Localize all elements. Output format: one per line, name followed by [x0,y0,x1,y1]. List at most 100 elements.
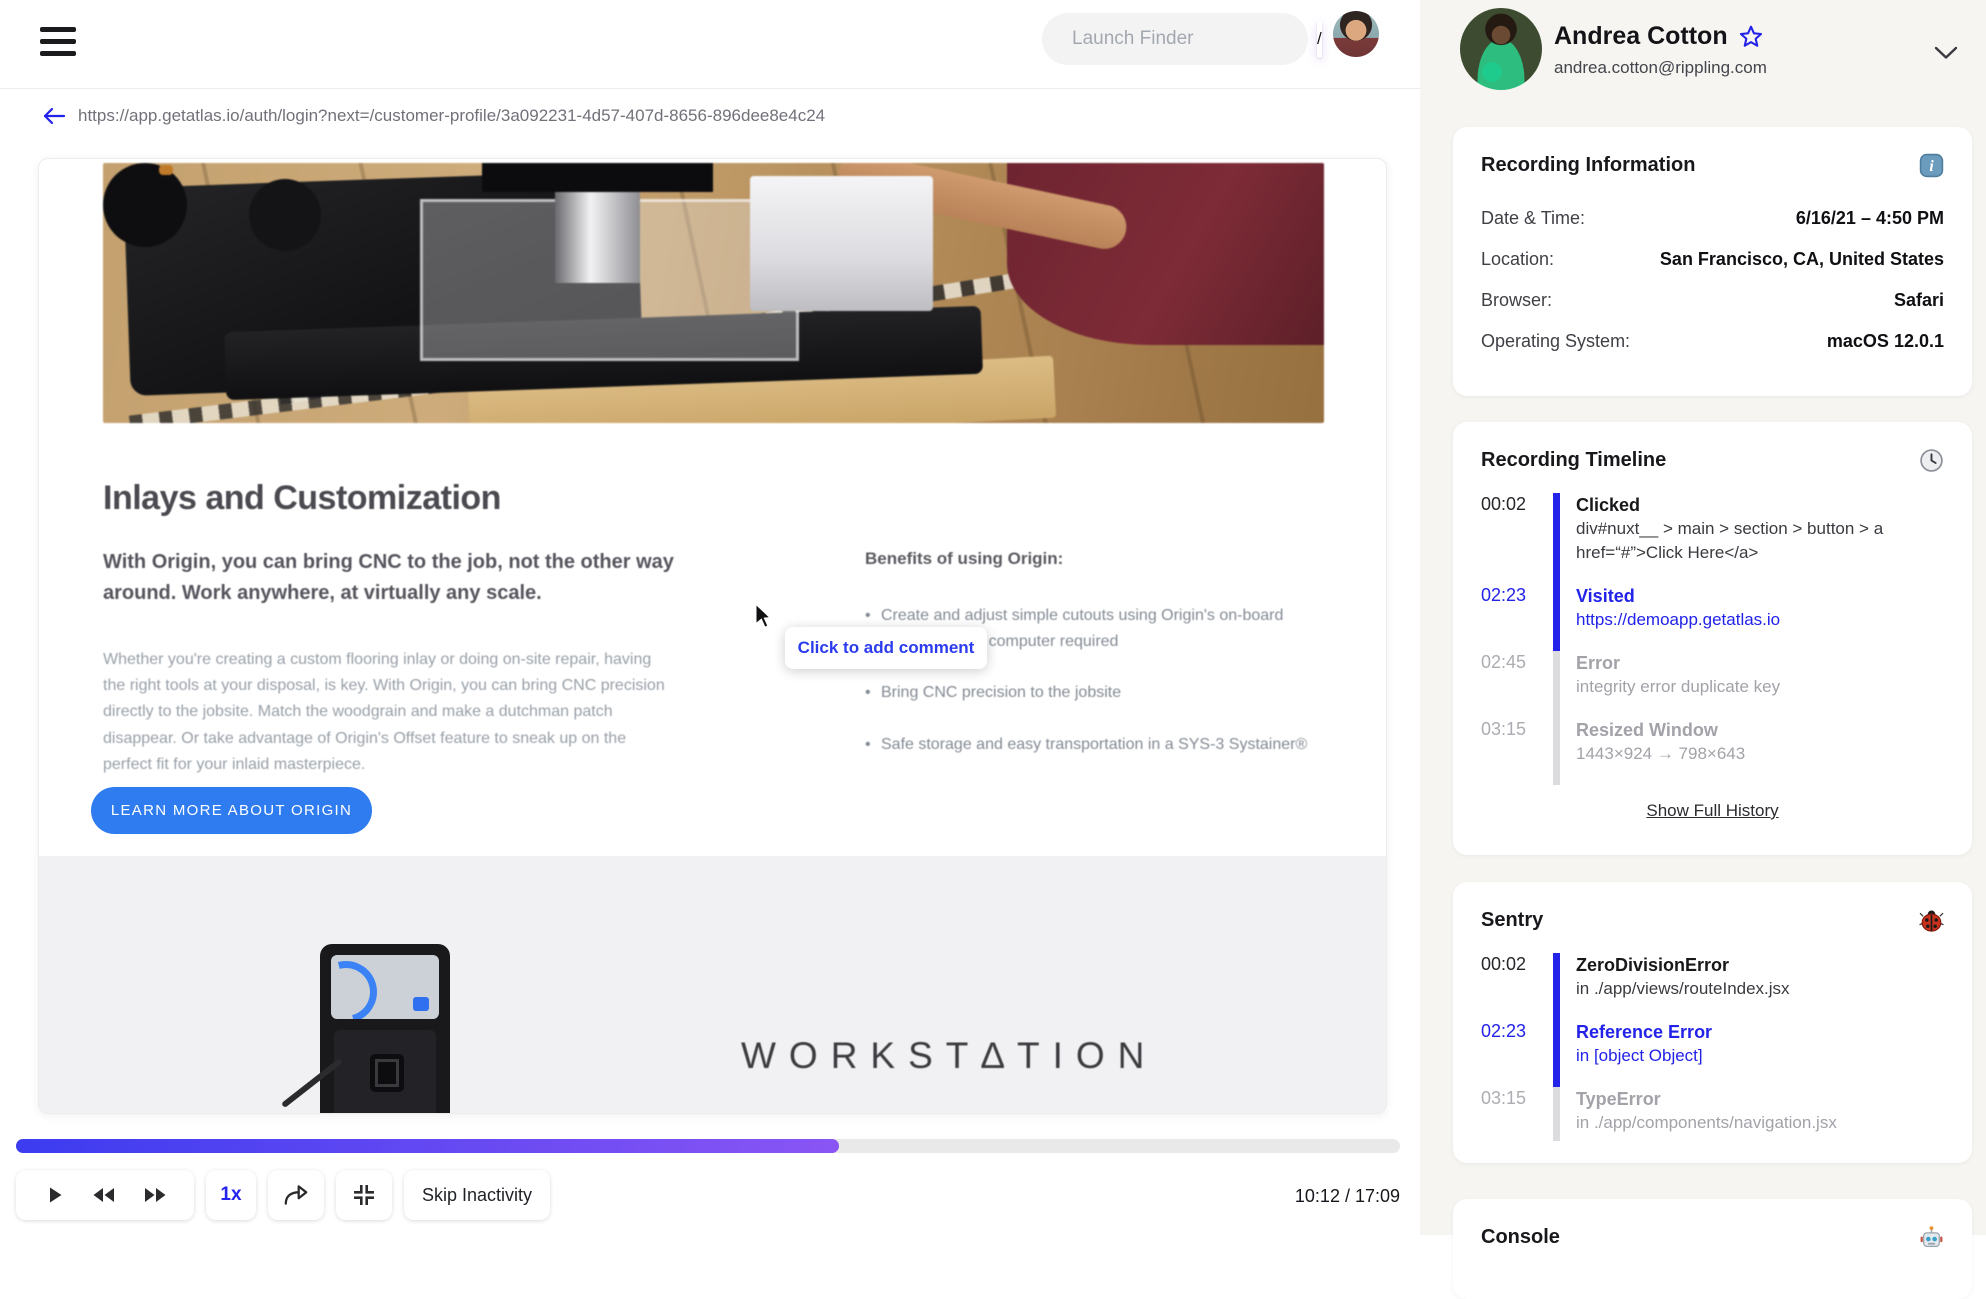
add-comment-tooltip[interactable]: Click to add comment [785,627,987,669]
collapse-view-icon [354,1185,374,1205]
hamburger-menu-icon[interactable] [40,27,78,61]
user-avatar[interactable] [1460,8,1542,90]
recording-information-panel: Recording Information i Date & Time: 6/1… [1453,127,1972,396]
event-detail: div#nuxt__ > main > section > button > a [1576,519,1884,538]
svg-text:i: i [1929,158,1934,175]
info-label: Operating System: [1481,331,1631,351]
photo-white-housing [750,176,934,312]
info-row: Date & Time: 6/16/21 – 4:50 PM [1481,198,1944,239]
playback-time: 10:12 / 17:09 [1294,1186,1400,1206]
event-time: 02:23 [1481,1021,1527,1041]
info-row: Browser: Safari [1481,280,1944,321]
event-title: Visited [1576,586,1635,606]
collapse-view-button[interactable] [336,1170,392,1220]
progress-fill [16,1139,840,1153]
top-bar: / [0,0,1420,89]
skip-inactivity-button[interactable]: Skip Inactivity [404,1170,550,1220]
event-time: 00:02 [1481,494,1527,514]
url-row: https://app.getatlas.io/auth/login?next=… [0,96,1420,136]
recorded-page-url: https://app.getatlas.io/auth/login?next=… [78,106,826,125]
event-title: TypeError [1576,1089,1661,1109]
origin-device-image [320,944,450,1113]
device-lower-panel [334,1030,436,1113]
event-marker-bar [1553,718,1560,785]
replay-heading: Inlays and Customization [103,479,501,517]
timeline-event[interactable]: 02:23 Visited https://demoapp.getatlas.i… [1481,584,1944,651]
back-arrow-icon[interactable] [42,107,66,125]
sentry-event[interactable]: 03:15 TypeError in ./app/components/navi… [1481,1087,1944,1141]
event-detail: href=“#”>Click Here</a> [1576,543,1759,562]
fast-forward-button[interactable] [142,1183,168,1207]
event-title: ZeroDivisionError [1576,955,1730,975]
event-time: 02:23 [1481,585,1527,605]
topbar-avatar[interactable] [1333,11,1379,57]
online-status-dot [1482,62,1502,82]
session-replay-viewport: Inlays and Customization With Origin, yo… [38,158,1387,1114]
event-time: 00:02 [1481,954,1527,974]
playback-progress-bar[interactable] [16,1139,1400,1153]
replay-body-paragraph: Whether you're creating a custom floorin… [103,651,665,773]
panel-title: Recording Information [1481,154,1696,176]
event-time: 03:15 [1481,719,1527,739]
search-shortcut-key: / [1317,20,1322,58]
learn-more-button[interactable]: LEARN MORE ABOUT ORIGIN [91,787,372,834]
info-label: Location: [1481,249,1555,269]
info-value: Safari [1893,290,1944,310]
timeline-event[interactable]: 00:02 Clicked div#nuxt__ > main > sectio… [1481,493,1944,584]
benefit-item: Bring CNC precision to the jobsite [865,680,1325,706]
event-marker-bar [1553,493,1560,584]
info-row: Location: San Francisco, CA, United Stat… [1481,239,1944,280]
photo-person [1006,163,1324,345]
panel-title: Console [1481,1226,1560,1248]
event-marker-bar [1553,953,1560,1020]
star-outline-icon[interactable] [1738,24,1764,50]
clock-emoji-icon [1920,449,1943,472]
skip-forward-button[interactable] [268,1170,324,1220]
timeline-event[interactable]: 02:45 Error integrity error duplicate ke… [1481,651,1944,718]
sentry-event[interactable]: 00:02 ZeroDivisionError in ./app/views/r… [1481,953,1944,1020]
woodworking-photo [103,163,1324,423]
event-marker-bar [1553,1020,1560,1087]
sentry-event[interactable]: 02:23 Reference Error in [object Object] [1481,1020,1944,1087]
recording-sidebar: Andrea Cotton andrea.cotton@rippling.com… [1420,0,1986,1299]
launch-finder-search[interactable]: / [1042,13,1322,65]
transport-controls [16,1170,194,1220]
recording-timeline-panel: Recording Timeline 00:02 Clicked div#nux… [1453,422,1972,855]
panel-title: Sentry [1481,909,1544,931]
info-row: Operating System: macOS 12.0.1 [1481,321,1944,362]
search-input[interactable] [1072,28,1317,50]
device-screen [331,955,439,1019]
event-marker-bar [1553,1087,1560,1141]
event-title: Resized Window [1576,720,1718,740]
show-full-history-link[interactable]: Show Full History [1646,801,1778,820]
event-title: Clicked [1576,495,1641,515]
benefit-item: Safe storage and easy transportation in … [865,732,1325,758]
photo-motor [481,163,714,192]
device-button [370,1054,404,1092]
pointer-cursor-icon [755,603,772,629]
workstation-brand-text: WORKST∆TION [741,1035,1158,1076]
play-button[interactable] [42,1183,66,1207]
replay-footer-section [39,856,1386,1113]
skip-forward-arrow-icon [284,1185,308,1205]
event-marker-bar [1553,584,1560,651]
timeline-event[interactable]: 03:15 Resized Window 1443×924 → 798×643 [1481,718,1944,785]
device-screen-arc [331,955,389,1019]
info-emoji-icon: i [1919,153,1944,178]
event-detail: in ./app/views/routeIndex.jsx [1576,979,1790,998]
info-label: Browser: [1481,290,1553,310]
rewind-button[interactable] [91,1183,117,1207]
event-link[interactable]: https://demoapp.getatlas.io [1576,608,1944,632]
event-detail: integrity error duplicate key [1576,677,1781,696]
event-time: 02:45 [1481,652,1527,672]
event-detail: in ./app/components/navigation.jsx [1576,1113,1837,1132]
event-time: 03:15 [1481,1088,1527,1108]
event-title: Reference Error [1576,1022,1713,1042]
panel-title: Recording Timeline [1481,449,1667,471]
info-value: San Francisco, CA, United States [1659,249,1944,269]
replay-intro-paragraph: With Origin, you can bring CNC to the jo… [103,551,674,604]
photo-machine-knob [103,163,187,247]
user-email: andrea.cotton@rippling.com [1554,58,1767,77]
playback-speed-button[interactable]: 1x [206,1170,256,1220]
chevron-down-icon[interactable] [1934,46,1958,60]
